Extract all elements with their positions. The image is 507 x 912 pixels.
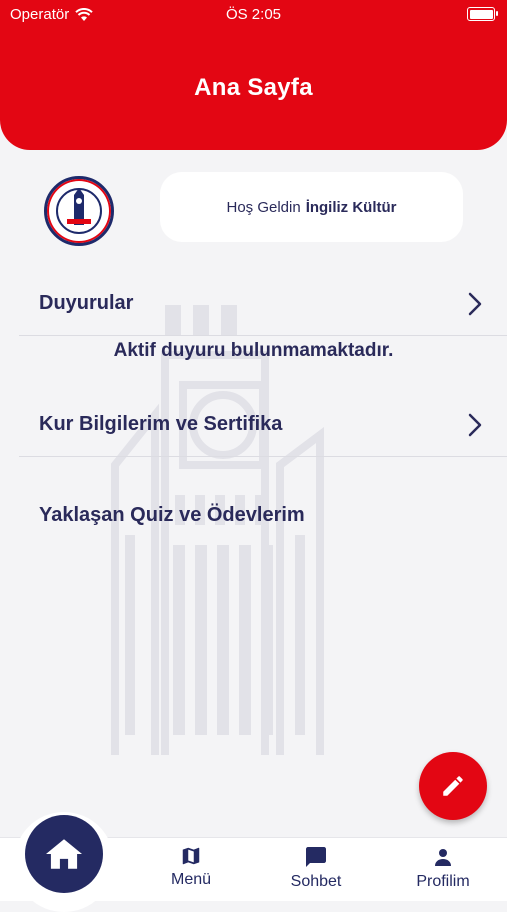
nav-profile-label: Profilim [416,873,470,890]
status-bar: Operatör ÖS 2:05 [0,0,507,28]
no-announcement-message: Aktif duyuru bulunmamaktadır. [113,340,394,361]
clock: ÖS 2:05 [225,6,282,23]
person-icon [435,849,451,866]
welcome-card: Hoş Geldin İngiliz Kültür [160,172,463,242]
battery-icon [467,7,498,21]
nav-chat-label: Sohbet [290,873,342,890]
chevron-right-icon [468,413,482,436]
page-title: Ana Sayfa [194,74,313,101]
school-logo [44,176,114,246]
nav-menu-label: Menü [170,871,212,888]
welcome-prefix: Hoş Geldin [226,198,301,216]
pencil-icon [443,776,463,796]
chat-icon [306,847,326,867]
announcements-label: Duyurular [39,292,134,314]
nav-profile[interactable]: Profilim [398,845,488,891]
home-icon [46,839,82,869]
user-name: İngiliz Kültür [305,198,397,216]
course-info-label: Kur Bilgilerim ve Sertifika [39,413,283,435]
map-icon [182,847,200,865]
nav-chat[interactable]: Sohbet [271,845,361,891]
announcements-row[interactable]: Duyurular [19,272,507,336]
home-button[interactable] [25,815,103,893]
chevron-right-icon [468,292,482,315]
course-info-row[interactable]: Kur Bilgilerim ve Sertifika [19,393,507,457]
app-header: Operatör ÖS 2:05 Ana Sayfa [0,0,507,150]
nav-menu[interactable]: Menü [146,845,236,889]
upcoming-section-title: Yaklaşan Quiz ve Ödevlerim [39,504,305,526]
edit-fab-button[interactable] [419,752,487,820]
